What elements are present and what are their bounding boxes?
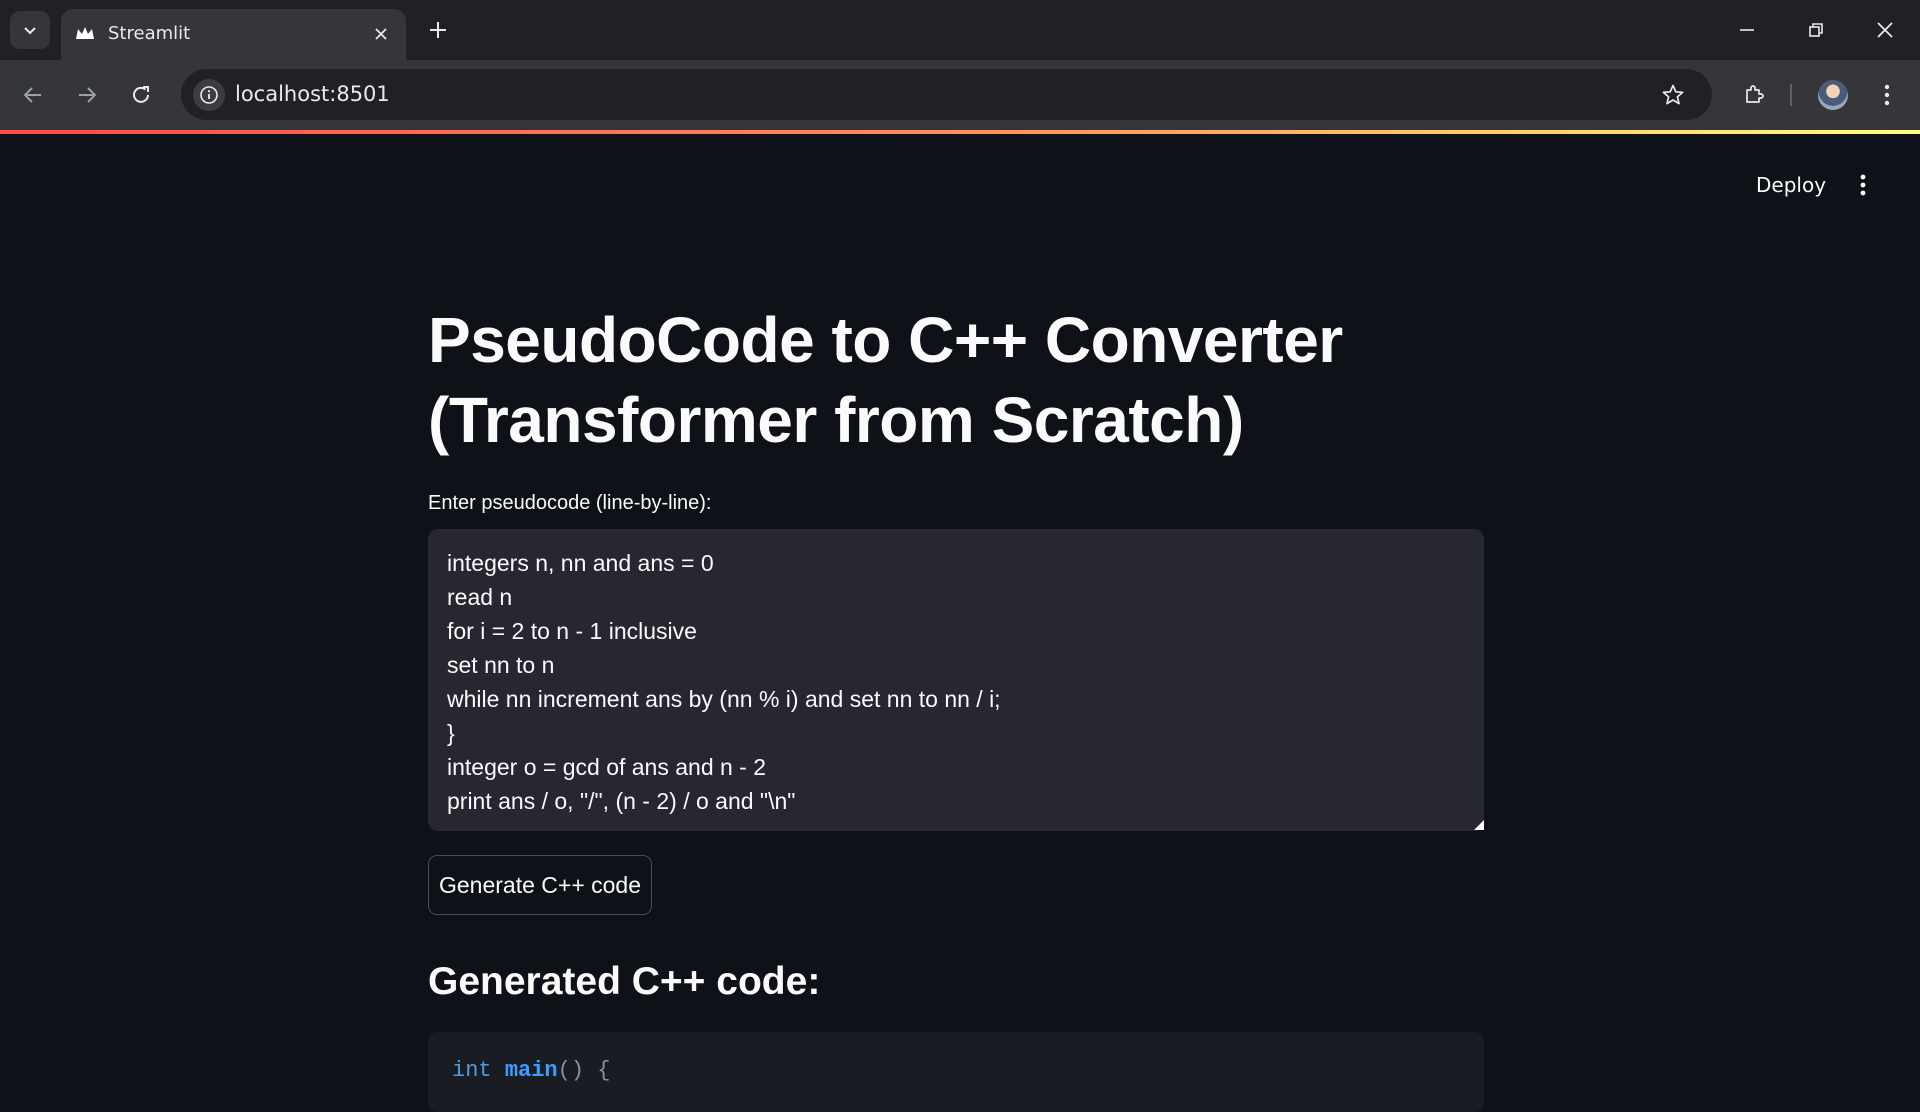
- star-icon: [1662, 84, 1684, 105]
- arrow-left-icon: [23, 87, 41, 103]
- tab-title: Streamlit: [108, 23, 191, 44]
- close-window-button[interactable]: [1867, 13, 1903, 47]
- deploy-button[interactable]: Deploy: [1742, 167, 1840, 203]
- code-function-name: main: [504, 1058, 558, 1083]
- close-tab-button[interactable]: [369, 22, 393, 46]
- extensions-button[interactable]: [1738, 77, 1772, 111]
- generate-cpp-button[interactable]: Generate C++ code: [428, 855, 652, 915]
- page-title: PseudoCode to C++ Converter (Transformer…: [428, 300, 1484, 460]
- app-menu-button[interactable]: [1846, 167, 1880, 203]
- pseudocode-input[interactable]: integers n, nn and ans = 0 read n for i …: [428, 529, 1484, 831]
- code-punctuation: () {: [557, 1058, 611, 1083]
- pseudocode-input-label: Enter pseudocode (line-by-line):: [428, 492, 712, 514]
- forward-button[interactable]: [70, 78, 104, 112]
- arrow-right-icon: [79, 87, 97, 103]
- streamlit-header-decoration: [0, 130, 1920, 134]
- browser-tab-bar: Streamlit: [0, 0, 1920, 60]
- code-keyword: int: [452, 1058, 492, 1083]
- url-text[interactable]: localhost:8501: [235, 82, 390, 106]
- resize-handle-icon[interactable]: [1474, 820, 1484, 830]
- back-button[interactable]: [16, 78, 50, 112]
- generated-code-block: int main() {: [428, 1032, 1484, 1112]
- toolbar-divider: [1790, 84, 1792, 106]
- minimize-icon: [1740, 29, 1754, 31]
- browser-toolbar: localhost:8501: [0, 60, 1920, 130]
- more-vertical-icon: [1860, 174, 1866, 196]
- plus-icon: [430, 22, 446, 38]
- browser-tab[interactable]: Streamlit: [61, 9, 406, 60]
- main-content: PseudoCode to C++ Converter (Transformer…: [428, 300, 1484, 1112]
- bookmark-button[interactable]: [1658, 80, 1688, 110]
- close-icon: [1877, 22, 1893, 38]
- generated-code-heading: Generated C++ code:: [428, 960, 821, 1003]
- address-bar[interactable]: localhost:8501: [181, 69, 1712, 120]
- chevron-down-icon: [24, 27, 36, 35]
- info-icon: [200, 86, 218, 104]
- page-title-line-1: PseudoCode to C++ Converter: [428, 304, 1343, 376]
- more-vertical-icon: [1884, 84, 1890, 106]
- page-title-line-2: (Transformer from Scratch): [428, 384, 1244, 456]
- profile-avatar[interactable]: [1818, 80, 1848, 110]
- puzzle-icon: [1746, 85, 1764, 103]
- new-tab-button[interactable]: [425, 17, 451, 43]
- code-line: int main() {: [452, 1058, 610, 1083]
- minimize-button[interactable]: [1729, 13, 1765, 47]
- close-icon: [375, 28, 387, 40]
- reload-button[interactable]: [124, 78, 158, 112]
- site-info-button[interactable]: [193, 79, 225, 111]
- tab-search-button[interactable]: [10, 11, 50, 49]
- browser-menu-button[interactable]: [1872, 77, 1902, 113]
- restore-icon: [1809, 23, 1823, 37]
- streamlit-crown-icon: [76, 27, 94, 39]
- reload-icon: [133, 86, 149, 103]
- restore-button[interactable]: [1798, 13, 1834, 47]
